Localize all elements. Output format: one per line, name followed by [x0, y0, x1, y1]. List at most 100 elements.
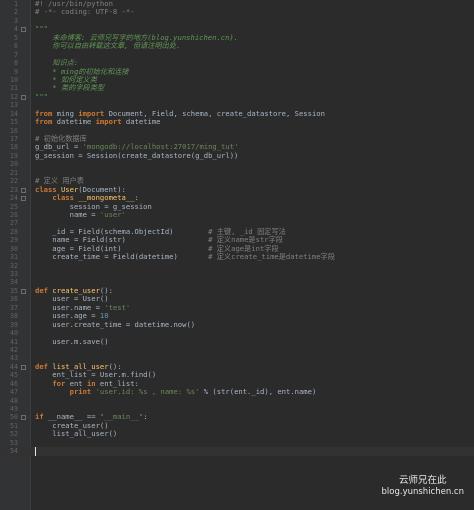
code-token: % (str(ent._id), ent.name) [199, 387, 317, 397]
code-text: name = 'user' [35, 209, 126, 219]
code-token: datetime [121, 117, 161, 127]
line-number: 40 [10, 329, 18, 338]
fold-marker-icon[interactable] [21, 196, 26, 202]
code-token: 'user.id: %s , name: %s' [95, 387, 200, 397]
line-number: 4 [14, 25, 18, 34]
code-token: list_all_user() [35, 429, 118, 439]
code-line[interactable]: 19 g_session = Session(create_datastore(g… [0, 150, 474, 160]
line-number: 39 [10, 320, 18, 329]
code-lines[interactable]: 1 #! /usr/bin/python 2 # -*- coding: UTF-8 … [0, 0, 474, 457]
code-line[interactable]: 20 [0, 160, 474, 168]
line-number: 26 [10, 210, 18, 219]
code-line[interactable]: 41 user.m.save() [0, 336, 474, 346]
watermark-url: blog.yunshichen.cn [381, 487, 464, 497]
code-text: # -*- coding: UTF-8 -*- [35, 8, 135, 16]
line-number: 8 [14, 59, 18, 68]
line-number: 36 [10, 295, 18, 304]
line-number: 24 [10, 194, 18, 203]
code-token: create_time = Field(datetime) [35, 252, 209, 262]
line-number: 31 [10, 253, 18, 262]
line-number: 20 [10, 160, 18, 169]
line-number: 35 [10, 286, 18, 295]
code-line[interactable]: 11 * 类的字段类型 [0, 84, 474, 93]
code-line[interactable]: 2 # -*- coding: UTF-8 -*- [0, 8, 474, 17]
line-number: 48 [10, 396, 18, 405]
code-token: # 定义create_time是datetime字段 [208, 252, 335, 262]
line-number: 21 [10, 168, 18, 177]
code-text: list_all_user() [35, 430, 117, 438]
code-token: g_session = Session(create_datastore(g_d… [35, 150, 239, 160]
line-number: 28 [10, 227, 18, 236]
watermark-title: 云师兄在此 [399, 475, 447, 486]
line-number: 33 [10, 270, 18, 278]
fold-marker-icon[interactable] [21, 94, 26, 100]
code-editor[interactable]: 1 #! /usr/bin/python 2 # -*- coding: UTF-8 … [0, 0, 474, 510]
code-line[interactable]: 12 """ [0, 91, 474, 101]
line-number: 34 [10, 278, 18, 287]
code-line[interactable]: 15 from datetime import datetime [0, 117, 474, 127]
line-number: 13 [10, 101, 18, 110]
line-number: 51 [10, 421, 18, 430]
text-caret [35, 447, 36, 457]
line-number: 15 [10, 118, 18, 127]
fold-marker-icon[interactable] [21, 288, 26, 294]
code-line[interactable]: 26 name = 'user' [0, 209, 474, 219]
code-text: """ [35, 91, 48, 101]
code-token: : [143, 412, 148, 422]
line-number: 44 [10, 362, 18, 371]
line-number: 42 [10, 345, 18, 354]
line-number: 22 [10, 177, 18, 186]
line-number: 54 [10, 447, 18, 456]
code-line[interactable]: 52 list_all_user() [0, 430, 474, 439]
code-text: 你可以自由转载这文章, 但请注明出处. [35, 41, 180, 50]
code-line[interactable]: 42 [0, 346, 474, 354]
watermark: 云师兄在此 blog.yunshichen.cn [382, 475, 464, 498]
fold-marker-icon[interactable] [21, 364, 26, 370]
line-number: 29 [10, 236, 18, 245]
code-line[interactable]: 33 [0, 270, 474, 278]
line-number: 32 [10, 261, 18, 270]
code-line[interactable]: 32 [0, 262, 474, 270]
line-number: 52 [10, 430, 18, 439]
code-token: """ [35, 91, 48, 101]
code-text: print 'user.id: %s , name: %s' % (str(en… [35, 387, 317, 397]
line-number: 2 [14, 8, 18, 17]
code-text: user.m.save() [35, 336, 109, 346]
code-text: user.create_time = datetime.now() [35, 320, 195, 329]
code-token: name = [35, 209, 100, 219]
line-number: 41 [10, 337, 18, 346]
line-number: 23 [10, 185, 18, 194]
code-line[interactable]: 6 你可以自由转载这文章, 但请注明出处. [0, 41, 474, 51]
code-line[interactable]: 31 create_time = Field(datetime) # 定义cre… [0, 252, 474, 262]
code-line[interactable]: 47 print 'user.id: %s , name: %s' % (str… [0, 387, 474, 397]
code-line[interactable]: 48 [0, 397, 474, 405]
line-number: 16 [10, 126, 18, 135]
line-number: 43 [10, 354, 18, 363]
fold-marker-icon[interactable] [21, 27, 26, 33]
line-number: 19 [10, 151, 18, 160]
line-number: 27 [10, 219, 18, 228]
code-token: from [35, 117, 53, 127]
code-line[interactable]: 53 [0, 439, 474, 447]
line-number: 17 [10, 135, 18, 143]
fold-marker-icon[interactable] [21, 415, 26, 421]
line-number: 18 [10, 143, 18, 152]
fold-marker-icon[interactable] [21, 187, 26, 193]
line-number: 7 [14, 50, 18, 59]
line-number: 45 [10, 371, 18, 380]
line-number: 6 [14, 42, 18, 51]
line-number: 11 [10, 84, 18, 93]
code-text: from datetime import datetime [35, 117, 161, 127]
code-text: create_time = Field(datetime) # 定义create… [35, 252, 335, 262]
line-number: 46 [10, 379, 18, 388]
code-token: import [95, 117, 122, 127]
code-line[interactable]: 39 user.create_time = datetime.now() [0, 320, 474, 329]
line-number: 37 [10, 303, 18, 312]
code-line[interactable]: 54 [0, 447, 474, 457]
code-line[interactable]: 3 [0, 17, 474, 25]
line-number: 30 [10, 244, 18, 253]
line-number: 10 [10, 75, 18, 84]
line-number: 5 [14, 33, 18, 42]
code-token: user.m.save() [35, 336, 109, 346]
